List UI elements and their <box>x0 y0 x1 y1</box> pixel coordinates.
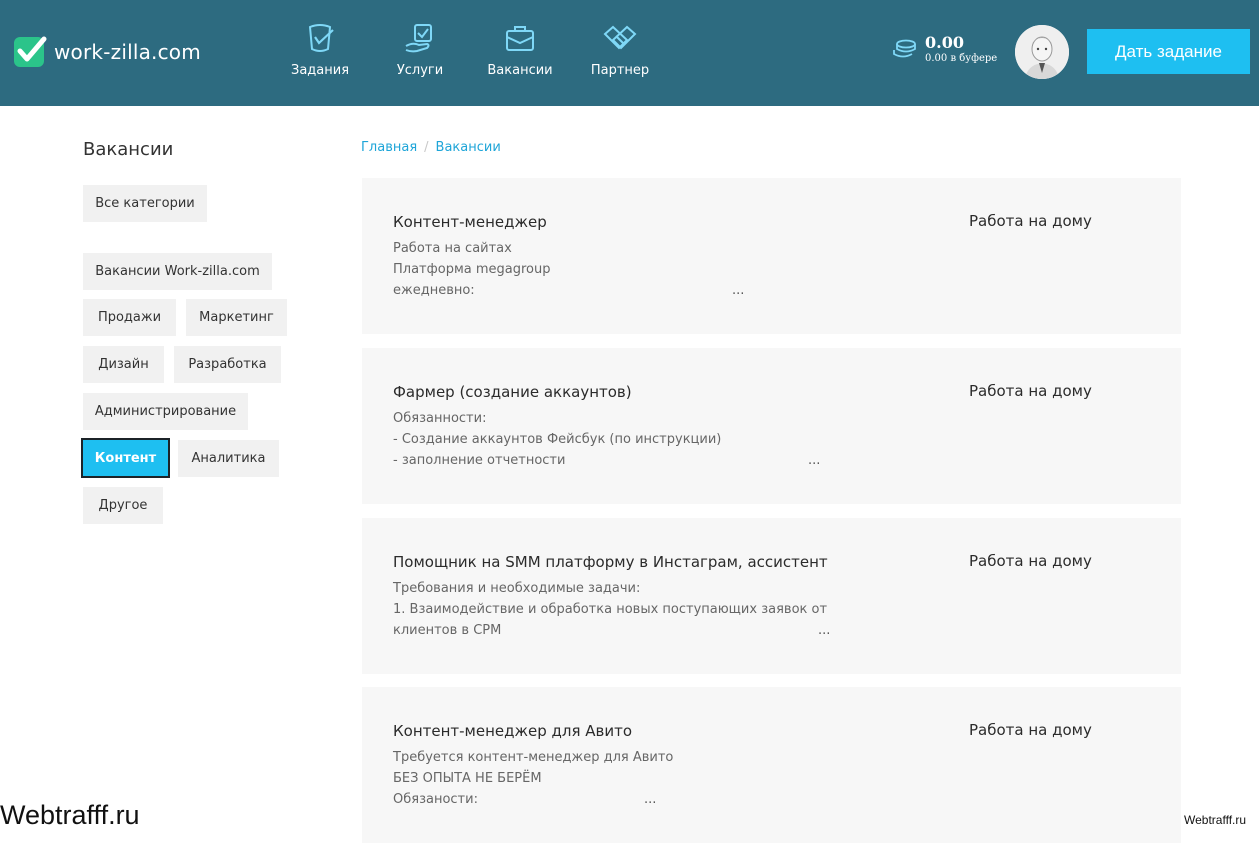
balance-buffer: 0.00 в буфере <box>925 53 998 64</box>
category-all[interactable]: Все категории <box>83 185 207 222</box>
tasks-icon <box>308 24 334 52</box>
category-other[interactable]: Другое <box>83 487 163 524</box>
vacancy-desc-line: БЕЗ ОПЫТА НЕ БЕРЁМ <box>393 771 542 786</box>
avatar-image <box>1015 25 1069 79</box>
category-workzilla[interactable]: Вакансии Work-zilla.com <box>83 253 272 290</box>
vacancy-location: Работа на дому <box>969 212 1092 230</box>
nav-vacancies-label: Вакансии <box>487 63 553 78</box>
vacancy-ellipsis: ... <box>732 283 745 298</box>
services-icon <box>405 24 432 53</box>
handshake-icon <box>603 25 637 50</box>
nav-partner[interactable]: Партнер <box>570 22 670 78</box>
vacancy-desc-line: Работа на сайтах <box>393 241 512 256</box>
vacancy-ellipsis: ... <box>818 623 831 638</box>
nav-services-label: Услуги <box>396 63 444 78</box>
logo-check-icon <box>14 36 47 67</box>
logo-text: work-zilla.com <box>54 40 201 64</box>
vacancy-desc-line: 1. Взаимодействие и обработка новых пост… <box>393 602 828 617</box>
watermark-right: Webtrafff.ru <box>1184 813 1247 827</box>
vacancy-desc-line: Требования и необходимые задачи: <box>393 581 641 596</box>
vacancy-title[interactable]: Контент-менеджер <box>393 213 547 231</box>
vacancy-ellipsis: ... <box>808 453 821 468</box>
vacancy-desc-line: Платформа megagroup <box>393 262 551 277</box>
category-design[interactable]: Дизайн <box>83 346 164 383</box>
vacancy-card[interactable]: Контент-менеджер для Авито Работа на дом… <box>362 687 1181 843</box>
category-marketing[interactable]: Маркетинг <box>186 299 287 336</box>
briefcase-icon <box>506 26 534 51</box>
vacancy-card[interactable]: Помощник на SMM платформу в Инстаграм, а… <box>362 518 1181 674</box>
category-administration[interactable]: Администрирование <box>83 393 248 430</box>
nav-vacancies[interactable]: Вакансии <box>470 22 570 78</box>
vacancy-location: Работа на дому <box>969 382 1092 400</box>
vacancy-ellipsis: ... <box>644 792 657 807</box>
breadcrumb: Главная / Вакансии <box>361 140 501 155</box>
vacancy-location: Работа на дому <box>969 721 1092 739</box>
nav-tasks-label: Задания <box>290 63 350 78</box>
balance-amount: 0.00 <box>925 33 964 52</box>
category-content[interactable]: Контент <box>81 438 170 478</box>
vacancy-desc-line: Требуется контент-менеджер для Авито <box>393 750 674 765</box>
vacancy-desc-line: Обязаности: <box>393 792 478 807</box>
nav-tasks[interactable]: Задания <box>270 22 370 78</box>
breadcrumb-separator: / <box>424 140 429 155</box>
vacancy-title[interactable]: Помощник на SMM платформу в Инстаграм, а… <box>393 553 828 571</box>
vacancy-desc-line: ежедневно: <box>393 283 475 298</box>
main-nav: Задания Услуги Вакансии Партнер <box>270 22 670 78</box>
category-analytics[interactable]: Аналитика <box>178 440 279 477</box>
vacancy-desc-line: Обязанности: <box>393 411 487 426</box>
vacancy-title[interactable]: Фармер (создание аккаунтов) <box>393 383 632 401</box>
breadcrumb-home[interactable]: Главная <box>361 140 417 155</box>
vacancy-card[interactable]: Фармер (создание аккаунтов) Работа на до… <box>362 348 1181 504</box>
vacancy-card[interactable]: Контент-менеджер Работа на дому Работа н… <box>362 178 1181 334</box>
nav-services[interactable]: Услуги <box>370 22 470 78</box>
give-task-button[interactable]: Дать задание <box>1087 29 1250 74</box>
breadcrumb-current[interactable]: Вакансии <box>436 140 501 155</box>
user-avatar[interactable] <box>1015 25 1069 79</box>
coins-icon <box>893 39 916 58</box>
nav-partner-label: Партнер <box>590 63 650 78</box>
logo[interactable]: work-zilla.com <box>13 35 201 69</box>
category-sales[interactable]: Продажи <box>83 299 176 336</box>
sidebar-title: Вакансии <box>83 139 174 160</box>
watermark-left: Webtrafff.ru <box>0 800 140 830</box>
vacancy-location: Работа на дому <box>969 552 1092 570</box>
category-development[interactable]: Разработка <box>174 346 281 383</box>
vacancy-desc-line: - заполнение отчетности <box>393 453 566 468</box>
top-header: work-zilla.com Задания Услуги Вакансии П… <box>0 0 1259 106</box>
balance-widget[interactable]: 0.00 0.00 в буфере <box>893 34 997 66</box>
vacancy-title[interactable]: Контент-менеджер для Авито <box>393 722 632 740</box>
vacancy-desc-line: клиентов в СРМ <box>393 623 502 638</box>
vacancy-desc-line: - Создание аккаунтов Фейсбук (по инструк… <box>393 432 722 447</box>
